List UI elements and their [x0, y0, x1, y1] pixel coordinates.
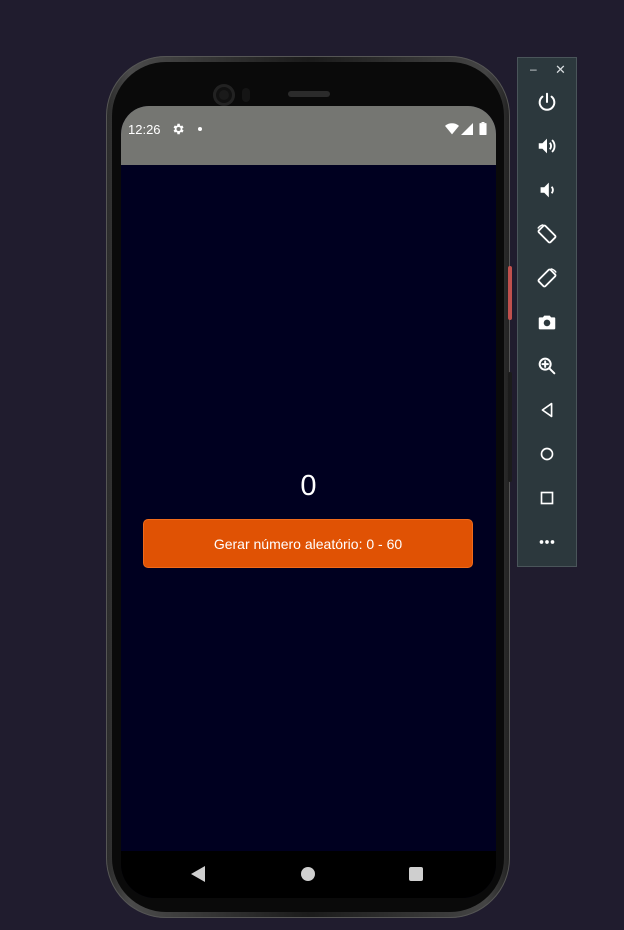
- home-button[interactable]: [533, 440, 561, 468]
- zoom-button[interactable]: [533, 352, 561, 380]
- signal-icon: [461, 123, 473, 135]
- power-button[interactable]: [533, 88, 561, 116]
- camera-icon: [538, 315, 556, 330]
- back-icon: [541, 402, 553, 418]
- rotate-right-icon: [537, 268, 557, 288]
- more-button[interactable]: [533, 528, 561, 556]
- side-volume-button[interactable]: [508, 372, 512, 482]
- volume-down-button[interactable]: [533, 176, 561, 204]
- volume-down-icon: [540, 182, 554, 198]
- overview-icon: [540, 491, 554, 505]
- power-icon: [538, 92, 556, 111]
- side-power-button[interactable]: [508, 266, 512, 320]
- zoom-icon: [538, 357, 556, 375]
- earpiece-speaker: [288, 91, 330, 97]
- front-camera: [213, 84, 235, 106]
- proximity-sensor: [242, 88, 250, 102]
- back-icon[interactable]: [191, 866, 205, 882]
- screenshot-button[interactable]: [533, 308, 561, 336]
- back-button[interactable]: [533, 396, 561, 424]
- volume-up-icon: [538, 138, 556, 154]
- navigation-bar: [121, 851, 496, 898]
- minimize-button[interactable]: –: [530, 62, 537, 76]
- notification-dot: [198, 127, 202, 131]
- random-number-display: 0: [300, 470, 317, 502]
- app-content: 0 Gerar número aleatório: 0 - 60: [121, 165, 496, 851]
- device-screen: 12:26 0 Gerar número aleatório: 0 - 60: [121, 106, 496, 898]
- rotate-left-icon: [537, 224, 557, 244]
- rotate-left-button[interactable]: [533, 220, 561, 248]
- rotate-right-button[interactable]: [533, 264, 561, 292]
- battery-icon: [479, 122, 487, 135]
- wifi-icon: [445, 123, 459, 135]
- emulator-toolbar: – ✕: [517, 57, 577, 567]
- home-icon[interactable]: [301, 867, 315, 881]
- overview-button[interactable]: [533, 484, 561, 512]
- generate-random-number-button[interactable]: Gerar número aleatório: 0 - 60: [143, 519, 473, 568]
- generate-button-label: Gerar número aleatório: 0 - 60: [213, 535, 403, 552]
- close-button[interactable]: ✕: [555, 62, 566, 78]
- home-icon: [540, 447, 554, 461]
- more-icon: [539, 540, 555, 544]
- status-bar: 12:26: [121, 106, 496, 165]
- recents-icon[interactable]: [409, 867, 423, 881]
- gear-icon: [173, 123, 184, 135]
- volume-up-button[interactable]: [533, 132, 561, 160]
- status-time: 12:26: [128, 122, 161, 137]
